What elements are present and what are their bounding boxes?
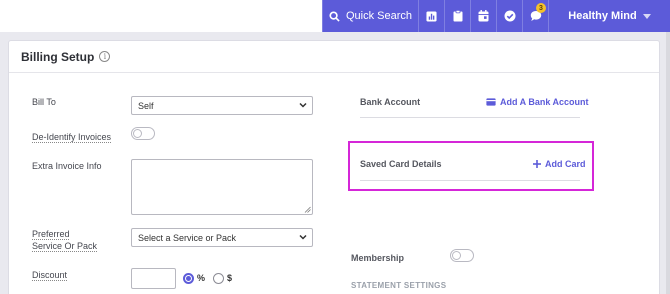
membership-toggle[interactable] [450,249,474,262]
bill-to-select[interactable]: Self [131,96,313,115]
chevron-down-icon [299,102,307,108]
check-circle-icon [504,10,515,22]
bank-account-label: Bank Account [360,97,421,107]
toggle-knob [133,129,142,138]
preferred-label-line2: Service Or Pack [32,241,98,251]
deidentify-toggle[interactable] [131,127,155,140]
extra-info-label: Extra Invoice Info [32,161,102,171]
user-menu[interactable]: Healthy Mind [548,0,670,32]
add-card-link[interactable]: Add Card [533,159,586,169]
discount-input[interactable] [131,268,176,289]
bank-card-icon [486,98,496,106]
preferred-label-line1: Preferred [32,229,70,239]
preferred-service-select[interactable]: Select a Service or Pack [131,228,313,247]
deidentify-label: De-Identify Invoices [32,132,112,142]
dollar-label: $ [227,273,233,283]
saved-card-divider [360,180,580,181]
calendar-icon [478,10,489,22]
add-card-label: Add Card [545,159,586,169]
quick-search-button[interactable]: Quick Search [322,0,418,32]
quick-search-label: Quick Search [345,10,413,22]
info-icon[interactable]: i [99,51,111,62]
page-scrollbar[interactable] [666,32,670,294]
search-icon [329,10,340,22]
plus-icon [533,160,541,168]
page-title: Billing Setup [21,49,95,64]
report-icon [426,10,437,22]
add-bank-account-link[interactable]: Add A Bank Account [486,97,589,107]
preferred-service-placeholder: Select a Service or Pack [138,232,237,243]
bill-to-value: Self [138,100,154,111]
top-bar: Quick Search 3 Healthy Mind [0,0,670,32]
notification-badge: 3 [536,3,546,13]
add-bank-account-label: Add A Bank Account [500,97,589,107]
discount-label: Discount [32,270,68,280]
extra-info-textarea[interactable] [131,159,313,215]
membership-label: Membership [351,253,405,263]
clipboard-button[interactable] [444,0,470,32]
discount-percent-radio[interactable] [183,273,194,284]
user-name: Healthy Mind [568,10,637,22]
resize-grip-icon[interactable] [304,206,311,213]
saved-card-label: Saved Card Details [360,159,442,169]
toggle-knob [452,251,461,260]
clipboard-icon [453,10,462,22]
card-header: Billing Setup i [9,41,659,73]
reports-button[interactable] [418,0,444,32]
chevron-down-icon [299,234,307,240]
messages-button[interactable]: 3 [522,0,548,32]
bank-account-divider [360,117,580,118]
chevron-down-icon [642,13,651,19]
bill-to-label: Bill To [32,97,56,107]
calendar-button[interactable] [470,0,496,32]
discount-dollar-radio[interactable] [213,273,224,284]
statement-settings-title: STATEMENT SETTINGS [351,281,447,290]
percent-label: % [197,273,206,283]
top-nav: Quick Search 3 Healthy Mind [322,0,670,32]
tasks-button[interactable] [496,0,522,32]
